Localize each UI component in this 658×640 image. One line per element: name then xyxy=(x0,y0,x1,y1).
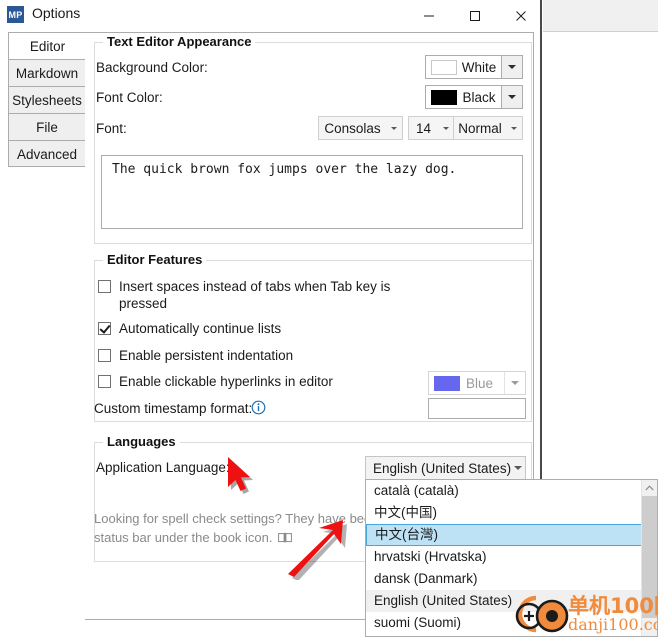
continue-lists-label: Automatically continue lists xyxy=(119,321,282,336)
spell-check-help-text: Looking for spell check settings? They h… xyxy=(94,509,394,549)
insert-spaces-checkbox[interactable] xyxy=(98,280,111,293)
site-watermark: 单机100网 danji100.com xyxy=(508,592,658,640)
font-size-value: 14 xyxy=(415,120,432,136)
font-color-swatch xyxy=(431,89,457,105)
chevron-down-icon[interactable] xyxy=(501,56,522,78)
continue-lists-checkbox-row[interactable]: Automatically continue lists xyxy=(98,320,281,337)
clickable-hyperlinks-label: Enable clickable hyperlinks in editor xyxy=(119,374,333,389)
continue-lists-checkbox[interactable] xyxy=(98,322,111,335)
link-color-combo[interactable]: Blue xyxy=(428,371,526,395)
backdrop-toolbar xyxy=(543,0,658,32)
font-color-label: Font Color: xyxy=(96,90,163,105)
font-style-value: Normal xyxy=(458,120,502,136)
chevron-down-icon[interactable] xyxy=(506,117,522,139)
persistent-indentation-checkbox[interactable] xyxy=(98,349,111,362)
timestamp-format-input[interactable] xyxy=(428,398,526,419)
font-family-combo[interactable]: Consolas xyxy=(318,116,403,140)
insert-spaces-checkbox-row[interactable]: Insert spaces instead of tabs when Tab k… xyxy=(98,278,398,312)
tab-strip-filler xyxy=(8,167,86,620)
persistent-indentation-label: Enable persistent indentation xyxy=(119,348,294,363)
application-language-combo[interactable]: English (United States) xyxy=(365,456,526,480)
tab-editor[interactable]: Editor xyxy=(8,32,86,59)
font-style-combo[interactable]: Normal xyxy=(453,116,523,140)
link-color-swatch xyxy=(434,375,460,391)
background-color-combo[interactable]: White xyxy=(425,55,523,79)
list-item[interactable]: 中文(台灣) xyxy=(366,524,642,546)
timestamp-format-label: Custom timestamp format: xyxy=(94,401,253,416)
maximize-button[interactable] xyxy=(452,0,498,31)
book-icon xyxy=(278,530,293,549)
minimize-button[interactable] xyxy=(406,0,452,31)
font-color-combo[interactable]: Black xyxy=(425,85,523,109)
application-language-label: Application Language: xyxy=(96,460,230,475)
font-color-value: Black xyxy=(462,89,496,105)
clickable-hyperlinks-checkbox-row[interactable]: Enable clickable hyperlinks in editor xyxy=(98,373,333,390)
watermark-english-text: danji100.com xyxy=(568,615,658,634)
insert-spaces-label: Insert spaces instead of tabs when Tab k… xyxy=(119,279,391,311)
info-icon[interactable] xyxy=(251,400,266,415)
font-preview-box: The quick brown fox jumps over the lazy … xyxy=(101,155,523,229)
help-text-line2: status bar under the book icon. xyxy=(94,530,273,545)
scroll-up-button[interactable] xyxy=(642,480,657,496)
persistent-indentation-checkbox-row[interactable]: Enable persistent indentation xyxy=(98,347,293,364)
window-title: Options xyxy=(32,5,81,21)
tab-file[interactable]: File xyxy=(8,113,86,140)
tab-markdown[interactable]: Markdown xyxy=(8,59,86,86)
appearance-group-title: Text Editor Appearance xyxy=(103,34,256,49)
background-color-label: Background Color: xyxy=(96,60,208,75)
font-preview-text: The quick brown fox jumps over the lazy … xyxy=(112,162,457,177)
list-item[interactable]: català (català) xyxy=(366,480,642,502)
chevron-down-icon[interactable] xyxy=(438,117,454,139)
help-text-line1: Looking for spell check settings? They h… xyxy=(94,511,393,526)
tab-stylesheets[interactable]: Stylesheets xyxy=(8,86,86,113)
list-item[interactable]: 中文(中国) xyxy=(366,502,642,524)
chevron-down-icon[interactable] xyxy=(501,86,522,108)
title-bar: MP Options xyxy=(0,0,540,31)
list-item[interactable]: hrvatski (Hrvatska) xyxy=(366,546,642,568)
tab-advanced[interactable]: Advanced xyxy=(8,140,86,167)
font-family-value: Consolas xyxy=(324,120,381,136)
link-color-value: Blue xyxy=(466,375,494,391)
font-label: Font: xyxy=(96,121,127,136)
background-color-swatch xyxy=(431,59,457,75)
features-group-title: Editor Features xyxy=(103,252,207,267)
font-size-combo[interactable]: 14 xyxy=(408,116,455,140)
chevron-down-icon[interactable] xyxy=(504,372,525,394)
clickable-hyperlinks-checkbox[interactable] xyxy=(98,375,111,388)
settings-tab-strip: Editor Markdown Stylesheets File Advance… xyxy=(8,32,86,167)
languages-group-title: Languages xyxy=(103,434,180,449)
chevron-down-icon[interactable] xyxy=(511,466,525,470)
list-item[interactable]: dansk (Danmark) xyxy=(366,568,642,590)
chevron-down-icon[interactable] xyxy=(386,117,402,139)
close-button[interactable] xyxy=(498,0,544,31)
application-language-value: English (United States) xyxy=(373,460,512,476)
background-color-value: White xyxy=(461,59,497,75)
app-logo-icon: MP xyxy=(7,6,24,23)
